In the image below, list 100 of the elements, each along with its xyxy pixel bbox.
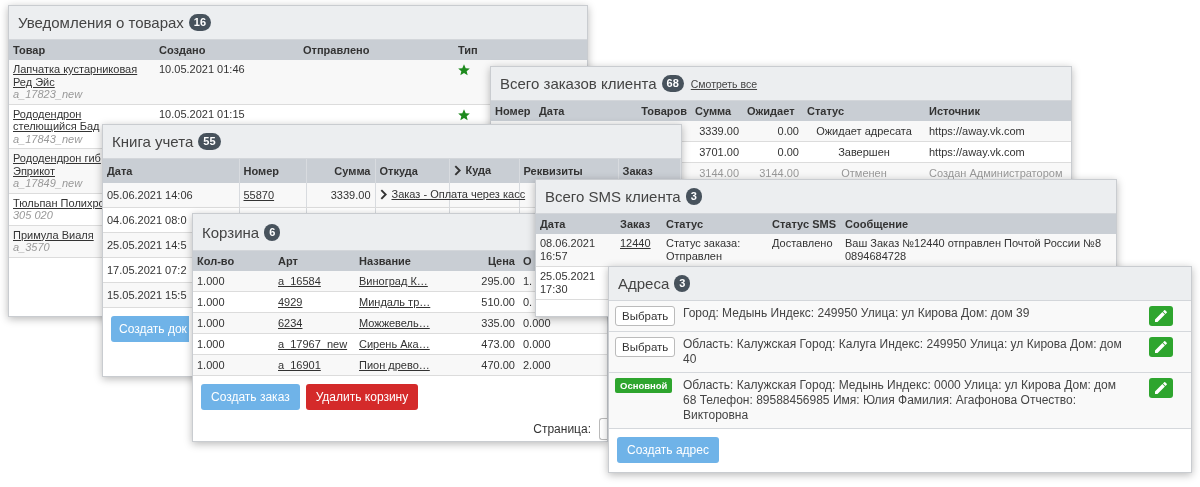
table-cell: https://away.vk.com: [929, 146, 1025, 158]
edit-button[interactable]: [1149, 378, 1173, 398]
count-badge: 3: [674, 275, 691, 292]
column-header: Статус: [807, 105, 845, 117]
column-header: Сообщение: [845, 218, 909, 230]
address-text: Область: Калужская Город: Медынь Индекс: 0000 Улица: ул Кирова Дом: дом 68 Телефон: 89588456985 Имя: Юлия Фамилия: Агафонова Отчество: Викторовна: [683, 378, 1117, 423]
table-cell: 335.00: [481, 317, 515, 329]
column-header: Дата: [107, 165, 133, 177]
primary-badge: Основной: [615, 378, 673, 393]
panel-title: Уведомления о товарах: [18, 14, 184, 31]
table-cell: 1.000: [197, 338, 225, 350]
table-cell: 3144.00: [699, 167, 739, 179]
sku-link[interactable]: 4929: [278, 296, 303, 308]
product-link[interactable]: Лапчатка кустарниковая Ред Эйс: [13, 63, 138, 88]
column-header: Заказ: [622, 165, 653, 177]
status-text: Ожидает адресата: [816, 125, 912, 137]
table-cell-text: 25.05.2021 17:30: [540, 270, 597, 296]
column-header: Товар: [13, 44, 46, 56]
column-header: Цена: [487, 255, 515, 267]
sku-link[interactable]: a_16584: [278, 275, 321, 287]
product-link[interactable]: Рододендрон гиб Эприкот: [13, 152, 101, 177]
table-cell: 470.00: [481, 359, 515, 371]
view-all-link[interactable]: Смотреть все: [690, 77, 758, 90]
column-header: Сумма: [334, 165, 371, 177]
panel-title: Адреса: [618, 275, 670, 292]
table-cell: 3144.00: [759, 167, 799, 179]
column-header: Статус SMS: [772, 218, 836, 230]
column-header: Дата: [539, 105, 565, 117]
order-link[interactable]: 12440: [620, 237, 651, 249]
column-header: Статус: [666, 218, 704, 230]
product-link[interactable]: Миндаль тр…: [359, 296, 431, 308]
sms-status-text: Доставлено: [772, 237, 833, 249]
table-cell: 0.000: [523, 338, 551, 350]
column-header: Источник: [929, 105, 980, 117]
table-cell: 0.000: [523, 317, 551, 329]
panel-title: Всего SMS клиента: [545, 188, 681, 205]
edit-button[interactable]: [1149, 337, 1173, 357]
table-cell: 05.06.2021 14:06: [107, 189, 193, 201]
message-text: Ваш Заказ №12440 отправлен Почтой России №8 0894684728: [845, 237, 1102, 262]
table-cell: Создан Администратором: [929, 167, 1063, 179]
product-link[interactable]: Сирень Ака…: [359, 338, 430, 350]
table-cell: 510.00: [481, 296, 515, 308]
column-header: Кол-во: [197, 255, 235, 267]
count-badge: 68: [661, 75, 684, 92]
select-button[interactable]: Выбрать: [615, 306, 676, 326]
status-text: Статус заказа: Отправлен: [666, 237, 741, 262]
product-link[interactable]: Виноград К…: [359, 275, 428, 287]
table-cell: 0.: [523, 296, 533, 308]
product-link[interactable]: Примула Виаля: [13, 228, 94, 241]
order-link[interactable]: Заказ - Оплата через касс: [391, 187, 526, 202]
pencil-icon: [1155, 310, 1167, 322]
panel-title: Всего заказов клиента: [500, 75, 657, 92]
address-text: Город: Медынь Индекс: 249950 Улица: ул Кирова Дом: дом 39: [683, 306, 1031, 321]
panel-title: Книга учета: [112, 133, 194, 150]
table-cell: 04.06.2021 08:0: [107, 214, 187, 226]
column-header: Номер: [495, 105, 531, 117]
product-link[interactable]: Рододендрон стелющийся Бад: [13, 107, 100, 133]
table-cell: 1.000: [197, 275, 225, 287]
column-header: Тип: [458, 44, 478, 56]
number-link[interactable]: 55870: [243, 189, 275, 201]
table-cell: https://away.vk.com: [929, 125, 1025, 137]
product-link[interactable]: Можжевель…: [359, 317, 430, 329]
table-cell: 25.05.2021 14:5: [107, 239, 187, 251]
table-cell: 1.000: [197, 296, 225, 308]
page-field[interactable]: [599, 418, 607, 440]
created-date: 10.05.2021 01:46: [159, 63, 245, 75]
status-text: Завершен: [838, 146, 890, 158]
table-cell: 0.00: [777, 146, 799, 158]
product-link[interactable]: Пион древо…: [359, 359, 430, 371]
count-badge: 3: [685, 188, 702, 205]
pencil-icon: [1155, 382, 1167, 394]
column-header: Реквизиты: [523, 165, 583, 177]
table-cell: 1.000: [197, 359, 225, 371]
address-text: Область: Калужская Город: Калуга Индекс: 249950 Улица: ул Кирова Дом: дом 40: [683, 337, 1123, 367]
delete-cart-button[interactable]: Удалить корзину: [305, 384, 419, 410]
select-button[interactable]: Выбрать: [615, 337, 676, 357]
table-cell: 295.00: [481, 275, 515, 287]
sku-link[interactable]: 6234: [278, 317, 303, 329]
column-header: Номер: [243, 165, 279, 177]
table-cell: 3339.00: [330, 189, 371, 201]
chevron-icon: [379, 188, 387, 200]
edit-button[interactable]: [1149, 306, 1173, 326]
created-date: 10.05.2021 01:15: [159, 107, 245, 120]
status-text: Отменен: [841, 167, 887, 179]
column-header: О: [523, 255, 532, 267]
column-header: Отправлено: [303, 44, 370, 56]
panel-title: Корзина: [202, 223, 260, 241]
table-cell: 15.05.2021 15:5: [107, 289, 187, 301]
column-header: Арт: [278, 255, 298, 267]
sku-link[interactable]: a_17967_new: [278, 338, 348, 350]
table-cell: 3701.00: [699, 146, 739, 158]
sku-text: a_3570: [13, 241, 50, 254]
table-cell-text: 08.06.2021 16:57: [540, 237, 597, 263]
table-cell: 2.000: [523, 359, 551, 371]
column-header: Сумма: [695, 105, 732, 117]
column-header: Куда: [465, 164, 492, 177]
sku-link[interactable]: a_16901: [278, 359, 321, 371]
count-badge: 16: [188, 14, 212, 31]
column-header: Дата: [540, 218, 566, 230]
column-header: Товаров: [641, 105, 687, 117]
